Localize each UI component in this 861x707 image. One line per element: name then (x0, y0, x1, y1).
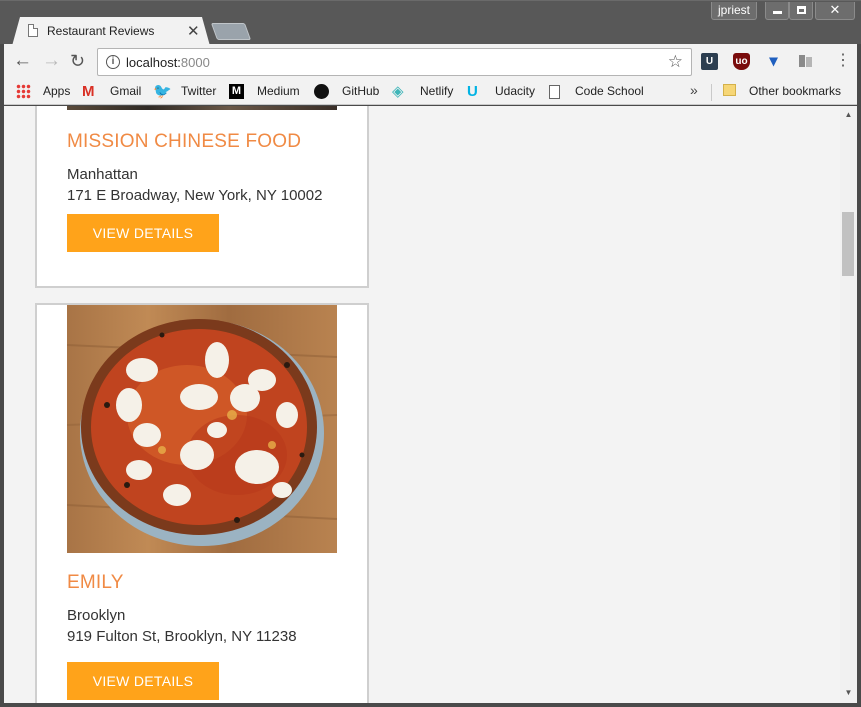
bookmark-apps[interactable]: Apps (43, 84, 70, 98)
url-text: localhost:8000 (126, 55, 210, 70)
scroll-down-arrow-icon[interactable]: ▼ (840, 686, 857, 700)
page-icon (549, 85, 560, 99)
restaurant-address: 919 Fulton St, Brooklyn, NY 11238 (67, 628, 297, 645)
browser-toolbar: ← → ↻ i localhost:8000 ☆ U uo ▾ ⋮ (0, 44, 861, 80)
scrollbar-thumb[interactable] (842, 212, 854, 276)
netlify-icon: ◈ (392, 83, 404, 100)
bookmark-other-bookmarks[interactable]: Other bookmarks (749, 84, 841, 98)
page-viewport: MISSION CHINESE FOOD Manhattan 171 E Bro… (4, 106, 840, 704)
bookmark-udacity[interactable]: Udacity (495, 84, 535, 98)
address-bar[interactable]: i localhost:8000 ☆ (97, 48, 692, 76)
maximize-button[interactable] (789, 2, 813, 20)
apps-grid-icon (16, 84, 31, 99)
bookmark-twitter[interactable]: Twitter (181, 84, 216, 98)
gmail-icon: M (82, 83, 95, 100)
restaurant-card: MISSION CHINESE FOOD Manhattan 171 E Bro… (35, 106, 369, 288)
bookmark-code-school[interactable]: Code School (575, 84, 644, 98)
udacity-extension-icon[interactable]: U (701, 53, 718, 70)
udacity-icon: U (467, 83, 478, 100)
close-icon: ✕ (829, 2, 841, 17)
tab-close-icon[interactable]: ✕ (187, 22, 200, 40)
bookmark-medium[interactable]: Medium (257, 84, 300, 98)
restaurant-photo (67, 106, 337, 110)
tab-title: Restaurant Reviews (47, 24, 155, 38)
minimize-icon (772, 11, 782, 14)
view-details-button[interactable]: VIEW DETAILS (67, 662, 219, 700)
close-window-button[interactable]: ✕ (815, 2, 855, 20)
site-info-icon[interactable]: i (106, 55, 120, 69)
bookmark-star-icon[interactable]: ☆ (668, 52, 683, 72)
medium-icon: M (229, 84, 244, 99)
bookmark-github[interactable]: GitHub (342, 84, 379, 98)
pizza-image (67, 305, 337, 553)
restaurant-name: MISSION CHINESE FOOD (67, 131, 302, 152)
bookmarks-bar: Apps M Gmail 🐦 Twitter M Medium GitHub ◈… (0, 80, 861, 105)
reload-icon[interactable]: ↻ (70, 51, 85, 71)
scroll-up-arrow-icon[interactable]: ▲ (840, 108, 857, 122)
window-frame-right (857, 44, 861, 707)
bookmark-gmail[interactable]: Gmail (110, 84, 141, 98)
extension-icon[interactable] (797, 53, 814, 70)
vertical-scrollbar[interactable]: ▲ ▼ (840, 106, 857, 704)
maximize-icon (796, 6, 806, 14)
restaurant-address: 171 E Broadway, New York, NY 10002 (67, 187, 323, 204)
profile-button[interactable]: jpriest (711, 2, 757, 20)
more-menu-icon[interactable]: ⋮ (835, 52, 851, 70)
restaurant-neighborhood: Manhattan (67, 166, 138, 183)
back-arrow-icon[interactable]: ← (13, 51, 32, 71)
folder-icon (723, 84, 736, 96)
restaurant-name: EMILY (67, 572, 124, 593)
minimize-button[interactable] (765, 2, 789, 20)
window-frame-bottom (0, 703, 861, 707)
vue-devtools-icon[interactable]: ▾ (765, 53, 782, 70)
restaurant-card: EMILY Brooklyn 919 Fulton St, Brooklyn, … (35, 303, 369, 704)
twitter-icon: 🐦 (153, 83, 172, 100)
bookmarks-overflow-icon[interactable]: » (690, 82, 698, 98)
forward-arrow-icon[interactable]: → (42, 51, 61, 71)
new-tab-button[interactable] (210, 23, 252, 40)
ublock-extension-icon[interactable]: uo (733, 53, 750, 70)
bookmarks-divider (711, 84, 712, 101)
window-frame-left (0, 44, 4, 707)
bookmark-netlify[interactable]: Netlify (420, 84, 453, 98)
restaurant-photo (67, 305, 337, 553)
window-titlebar: jpriest ✕ Restaurant Reviews ✕ (0, 0, 861, 46)
view-details-button[interactable]: VIEW DETAILS (67, 214, 219, 252)
restaurant-neighborhood: Brooklyn (67, 607, 126, 624)
page-icon (28, 24, 38, 37)
github-icon (314, 84, 329, 99)
tab-restaurant-reviews[interactable]: Restaurant Reviews ✕ (12, 17, 210, 46)
